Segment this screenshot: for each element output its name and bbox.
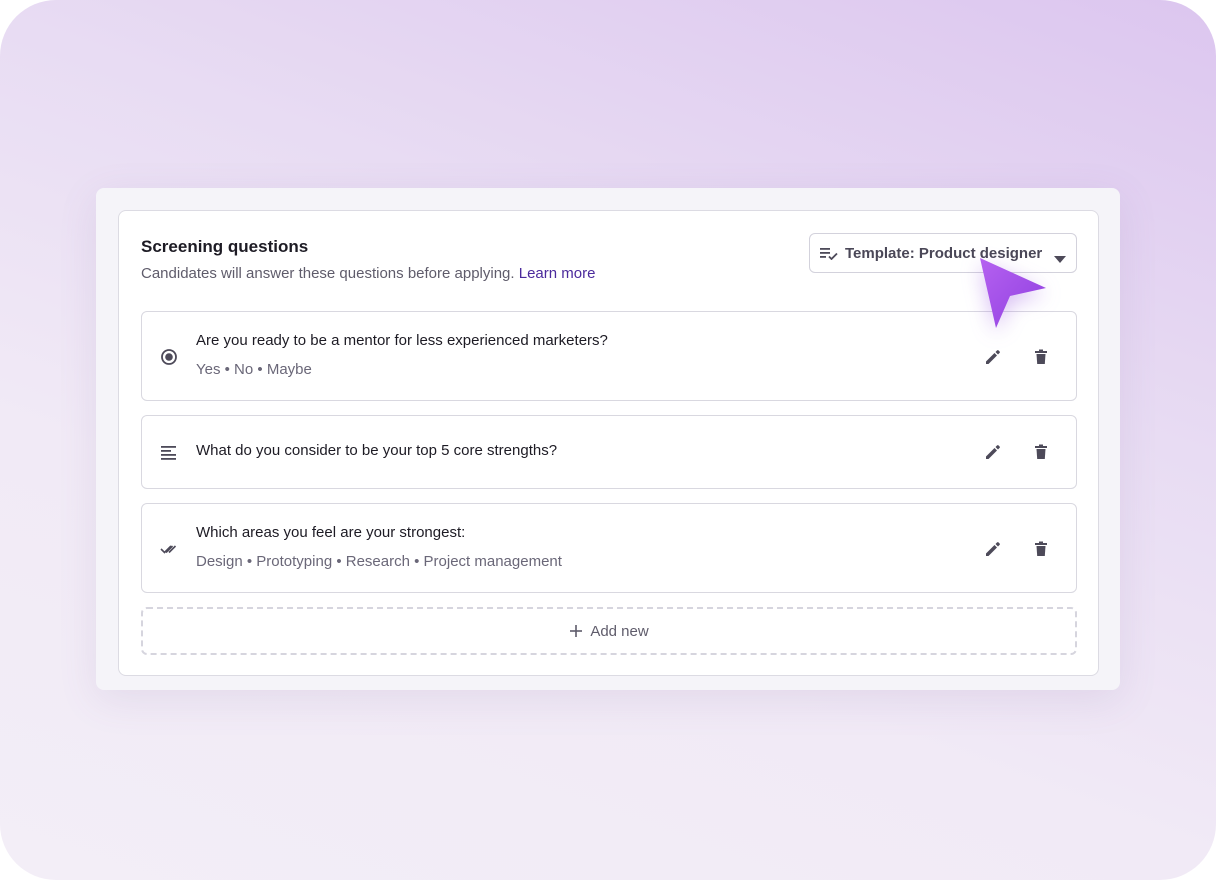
- question-options: Design • Prototyping • Research • Projec…: [196, 553, 562, 570]
- screening-panel: Screening questions Candidates will answ…: [96, 188, 1120, 690]
- question-text: Which areas you feel are your strongest:: [196, 524, 466, 541]
- section-title: Screening questions: [141, 237, 309, 256]
- question-options: Yes • No • Maybe: [196, 361, 312, 378]
- question-card-3[interactable]: Which areas you feel are your strongest:…: [141, 503, 1077, 593]
- edit-pencil-icon[interactable]: [984, 443, 1002, 461]
- add-new-button[interactable]: Add new: [141, 607, 1077, 655]
- delete-trash-icon[interactable]: [1032, 540, 1050, 558]
- learn-more-link[interactable]: Learn more: [519, 265, 596, 282]
- cursor-pointer-icon: [970, 250, 1056, 336]
- screening-questions-card: Screening questions Candidates will answ…: [118, 210, 1099, 676]
- checklist-icon: [820, 246, 838, 261]
- plus-icon: [569, 624, 583, 638]
- question-text: What do you consider to be your top 5 co…: [196, 442, 558, 459]
- question-text: Are you ready to be a mentor for less ex…: [196, 332, 608, 349]
- delete-trash-icon[interactable]: [1032, 348, 1050, 366]
- edit-pencil-icon[interactable]: [984, 348, 1002, 366]
- question-card-2[interactable]: What do you consider to be your top 5 co…: [141, 415, 1077, 489]
- subtitle-text: Candidates will answer these questions b…: [141, 265, 515, 282]
- question-card-1[interactable]: Are you ready to be a mentor for less ex…: [141, 311, 1077, 401]
- delete-trash-icon[interactable]: [1032, 443, 1050, 461]
- section-subtitle: Candidates will answer these questions b…: [141, 265, 595, 282]
- add-new-label: Add new: [590, 622, 649, 640]
- double-check-icon: [160, 540, 180, 563]
- radio-icon: [160, 348, 178, 371]
- paragraph-icon: [160, 444, 178, 467]
- edit-pencil-icon[interactable]: [984, 540, 1002, 558]
